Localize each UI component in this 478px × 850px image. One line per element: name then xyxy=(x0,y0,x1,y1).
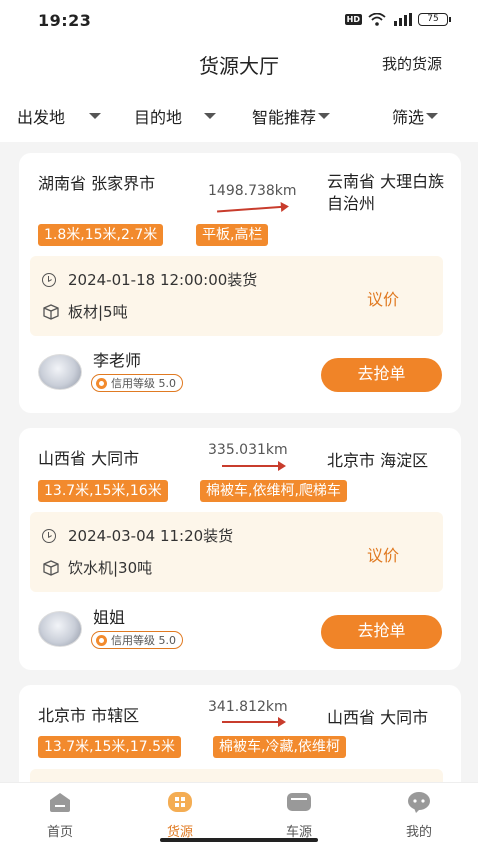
length-tag: 1.8米,15米,2.7米 xyxy=(38,224,164,246)
credit-badge: 信用等级 5.0 xyxy=(91,374,183,392)
credit-badge: 信用等级 5.0 xyxy=(91,631,183,649)
filter-bar: 出发地 目的地 智能推荐 筛选 xyxy=(0,86,478,142)
length-tag: 13.7米,15米,16米 xyxy=(38,480,168,502)
page-header: 货源大厅 我的货源 xyxy=(0,42,478,86)
origin-text: 北京市 市辖区 xyxy=(38,706,140,725)
cargo-card[interactable]: 山西省 大同市 335.031km 北京市 海淀区 13.7米,15米,16米 … xyxy=(19,428,461,670)
destination-text: 北京市 海淀区 xyxy=(327,451,429,470)
filter-origin[interactable]: 出发地 xyxy=(17,104,102,128)
destination-text: 山西省 大同市 xyxy=(327,708,429,727)
cargo-card[interactable]: 湖南省 张家界市 1498.738km 云南省 大理白族自治州 1.8米,15米… xyxy=(19,153,461,413)
avatar xyxy=(38,354,82,390)
length-tag: 13.7米,15米,17.5米 xyxy=(38,736,182,758)
user-name: 姐姐 xyxy=(93,608,126,627)
home-icon xyxy=(50,793,70,812)
route-arrow-icon xyxy=(222,717,286,727)
truck-type-tag: 棉被车,冷藏,依维柯 xyxy=(213,736,346,758)
status-icons: HD 75 xyxy=(344,13,451,26)
load-time-text: 2024-03-04 11:20装货 xyxy=(68,527,234,545)
origin-text: 山西省 大同市 xyxy=(38,449,140,468)
distance-text: 335.031km xyxy=(208,442,288,458)
cargo-detail xyxy=(30,769,443,782)
clock-icon xyxy=(42,528,56,543)
cargo-icon xyxy=(168,792,192,812)
filter-smart-label: 智能推荐 xyxy=(252,108,317,127)
truck-icon xyxy=(287,793,311,811)
tab-profile-label: 我的 xyxy=(405,825,432,840)
filter-destination[interactable]: 目的地 xyxy=(134,104,217,128)
box-icon xyxy=(43,559,59,576)
cargo-row: 板材|5吨 xyxy=(42,301,128,322)
tab-profile[interactable]: 我的 xyxy=(379,791,459,840)
profile-icon xyxy=(408,792,430,813)
filter-destination-label: 目的地 xyxy=(134,108,183,127)
price-negotiable: 议价 xyxy=(366,546,399,565)
grab-order-button[interactable]: 去抢单 xyxy=(321,358,442,392)
cargo-card[interactable]: 北京市 市辖区 341.812km 山西省 大同市 13.7米,15米,17.5… xyxy=(19,685,461,782)
medal-icon xyxy=(96,634,107,646)
credit-text: 信用等级 5.0 xyxy=(111,634,176,647)
tab-vehicles[interactable]: 车源 xyxy=(259,791,339,840)
signal-icon xyxy=(394,13,412,26)
status-bar: 19:23 HD 75 xyxy=(0,0,478,42)
battery-icon: 75 xyxy=(418,13,451,26)
status-time: 19:23 xyxy=(38,11,92,30)
cargo-list: 湖南省 张家界市 1498.738km 云南省 大理白族自治州 1.8米,15米… xyxy=(0,142,478,782)
distance-text: 341.812km xyxy=(208,699,288,715)
route-arrow-icon xyxy=(222,461,286,471)
my-cargo-link[interactable]: 我的货源 xyxy=(382,53,442,74)
route-arrow-icon xyxy=(217,205,287,213)
avatar xyxy=(38,611,82,647)
origin-text: 湖南省 张家界市 xyxy=(38,174,156,193)
cargo-detail: 2024-03-04 11:20装货 饮水机|30吨 议价 xyxy=(30,512,443,592)
chevron-down-icon xyxy=(318,113,331,119)
clock-icon xyxy=(42,272,56,287)
destination-text: 云南省 大理白族自治州 xyxy=(327,172,445,213)
tab-home[interactable]: 首页 xyxy=(20,791,100,840)
load-time-row: 2024-03-04 11:20装货 xyxy=(42,525,233,546)
tab-home-label: 首页 xyxy=(46,825,73,840)
price-negotiable: 议价 xyxy=(366,290,399,309)
filter-origin-label: 出发地 xyxy=(17,108,66,127)
tab-cargo[interactable]: 货源 xyxy=(140,791,220,840)
chevron-down-icon xyxy=(89,113,102,119)
credit-text: 信用等级 5.0 xyxy=(111,377,176,390)
load-time-text: 2024-01-18 12:00:00装货 xyxy=(68,271,258,289)
hd-badge: HD xyxy=(344,14,362,25)
user-name: 李老师 xyxy=(93,351,142,370)
box-icon xyxy=(43,303,59,320)
cargo-text: 板材|5吨 xyxy=(68,303,128,321)
chevron-down-icon xyxy=(426,113,439,119)
chevron-down-icon xyxy=(204,113,217,119)
truck-type-tag: 平板,高栏 xyxy=(196,224,269,246)
cargo-detail: 2024-01-18 12:00:00装货 板材|5吨 议价 xyxy=(30,256,443,336)
distance-text: 1498.738km xyxy=(208,183,297,199)
truck-type-tag: 棉被车,依维柯,爬梯车 xyxy=(200,480,347,502)
home-indicator[interactable] xyxy=(160,838,318,842)
wifi-icon xyxy=(368,13,386,26)
grab-order-button[interactable]: 去抢单 xyxy=(321,615,442,649)
filter-screen[interactable]: 筛选 xyxy=(392,104,439,128)
medal-icon xyxy=(96,377,107,389)
cargo-row: 饮水机|30吨 xyxy=(42,557,152,578)
filter-screen-label: 筛选 xyxy=(392,108,425,127)
cargo-text: 饮水机|30吨 xyxy=(68,559,153,577)
filter-smart[interactable]: 智能推荐 xyxy=(252,104,331,128)
load-time-row: 2024-01-18 12:00:00装货 xyxy=(42,269,257,290)
